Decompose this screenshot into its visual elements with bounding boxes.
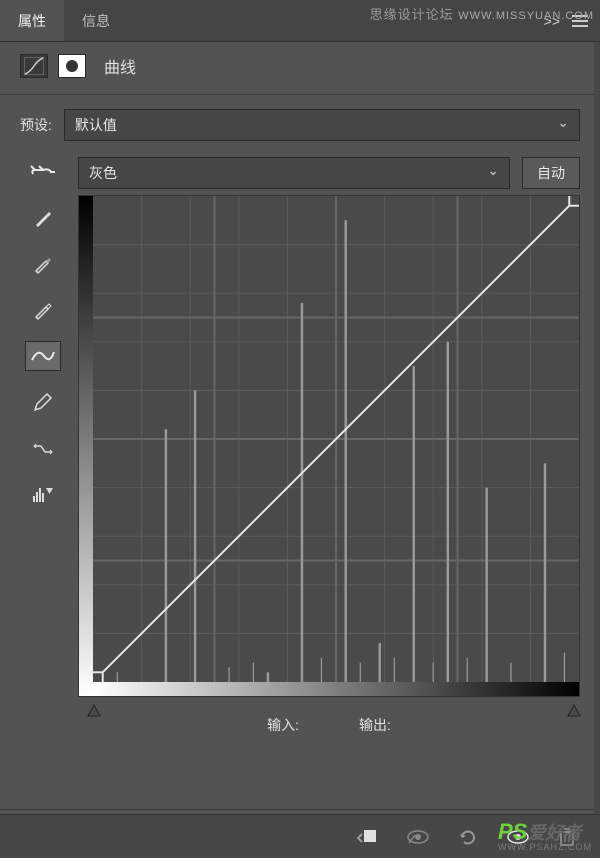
smooth-curve-icon[interactable]	[25, 433, 61, 463]
watermark-bottom: PS爱好者 WWW.PSAHZ.COM	[498, 819, 592, 852]
preset-label: 预设:	[20, 115, 52, 135]
reset-icon[interactable]	[458, 828, 478, 846]
chevron-down-icon	[557, 117, 569, 134]
scrollbar-track[interactable]	[594, 42, 600, 814]
histogram-clip-icon[interactable]	[25, 479, 61, 509]
tab-properties[interactable]: 属性	[0, 0, 64, 41]
preset-value: 默认值	[75, 115, 117, 135]
adjustment-header: 曲线	[0, 42, 600, 90]
eyedropper-gray-icon[interactable]	[25, 249, 61, 279]
eyedropper-white-icon[interactable]	[25, 295, 61, 325]
black-point-slider[interactable]	[87, 704, 101, 718]
output-value-label: 输出:	[359, 715, 391, 735]
pencil-tool-icon[interactable]	[25, 387, 61, 417]
white-point-slider[interactable]	[567, 704, 581, 718]
curve-graph[interactable]	[78, 195, 580, 697]
watermark-top: 思缘设计论坛 WWW.MISSYUAN.COM	[370, 4, 594, 23]
input-value-label: 输入:	[267, 715, 299, 735]
curves-adjustment-icon	[20, 54, 48, 78]
output-gradient	[79, 196, 93, 696]
view-previous-icon[interactable]	[406, 829, 430, 845]
input-gradient	[93, 682, 579, 696]
channel-value: 灰色	[89, 163, 117, 183]
tab-info[interactable]: 信息	[64, 0, 128, 41]
curve-point-tool-icon[interactable]	[25, 341, 61, 371]
adjustment-type-label: 曲线	[104, 54, 136, 78]
curve-tools	[20, 195, 66, 795]
targeted-adjust-icon[interactable]	[20, 162, 66, 184]
eyedropper-black-icon[interactable]	[25, 203, 61, 233]
auto-button[interactable]: 自动	[522, 157, 580, 189]
chevron-down-icon	[487, 165, 499, 182]
clip-to-layer-icon[interactable]	[356, 828, 378, 846]
channel-select[interactable]: 灰色	[78, 157, 510, 189]
layer-mask-icon[interactable]	[58, 54, 86, 78]
preset-select[interactable]: 默认值	[64, 109, 580, 141]
